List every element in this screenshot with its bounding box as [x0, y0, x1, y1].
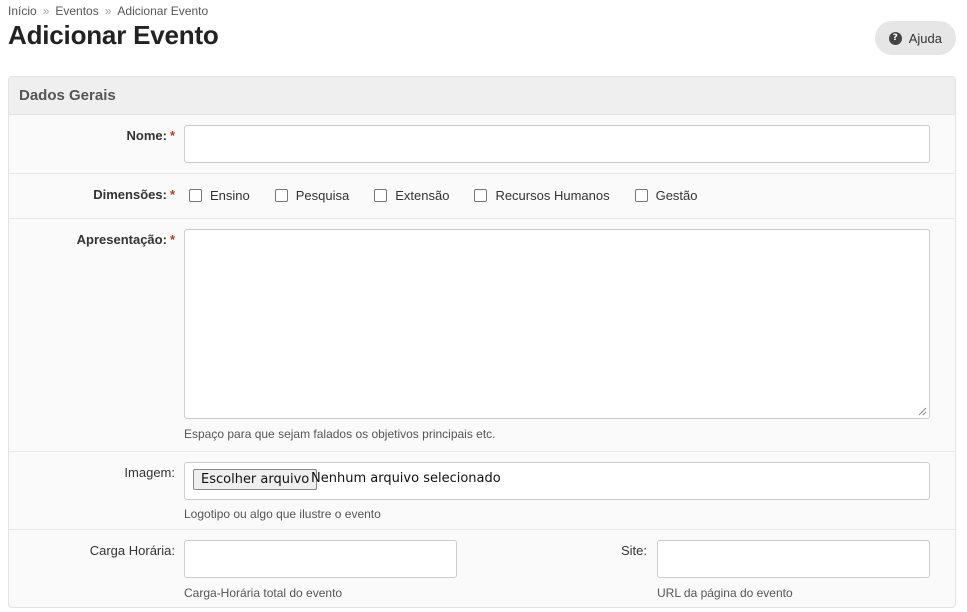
checkbox[interactable] — [189, 189, 202, 202]
required-mark: * — [169, 128, 175, 143]
nome-input[interactable] — [184, 125, 930, 163]
required-mark: * — [169, 232, 175, 247]
dimensao-gestao[interactable]: Gestão — [634, 188, 698, 203]
breadcrumb-separator: » — [42, 4, 50, 18]
breadcrumb: Início » Eventos » Adicionar Evento — [8, 4, 208, 18]
dimensoes-label: Dimensões: * — [93, 187, 175, 202]
site-input[interactable] — [657, 540, 930, 578]
question-circle-icon: ? — [888, 31, 902, 45]
breadcrumb-separator: » — [104, 4, 112, 18]
file-status: Nenhum arquivo selecionado — [311, 471, 501, 486]
resize-handle-icon[interactable] — [918, 407, 927, 416]
carga-site-row: Carga Horária: Carga-Horária total do ev… — [9, 530, 955, 607]
apresentacao-textarea[interactable] — [184, 229, 930, 419]
apresentacao-row: Apresentação: * Espaço para que sejam fal… — [9, 219, 955, 452]
carga-horaria-label: Carga Horária: — [89, 543, 175, 558]
nome-label: Nome: * — [126, 128, 175, 143]
dimensao-extensao[interactable]: Extensão — [374, 188, 449, 203]
required-mark: * — [169, 187, 175, 202]
choose-file-button[interactable]: Escolher arquivo — [193, 469, 318, 490]
breadcrumb-inicio[interactable]: Início — [8, 4, 37, 18]
checkbox[interactable] — [634, 189, 648, 202]
nome-row: Nome: * — [9, 115, 955, 174]
carga-horaria-help: Carga-Horária total do evento — [184, 586, 343, 600]
dados-gerais-panel: Dados Gerais Nome: * Dimensões: * Ensino P… — [8, 76, 956, 608]
breadcrumb-current: Adicionar Evento — [117, 4, 209, 18]
checkbox[interactable] — [474, 189, 488, 202]
checkbox[interactable] — [374, 189, 388, 202]
site-label: Site: — [620, 543, 647, 558]
imagem-label: Imagem: — [124, 465, 175, 480]
imagem-help: Logotipo ou algo que ilustre o evento — [184, 507, 381, 521]
apresentacao-help: Espaço para que sejam falados os objetiv… — [184, 427, 496, 441]
apresentacao-label: Apresentação: * — [76, 232, 175, 247]
checkbox[interactable] — [274, 189, 288, 202]
breadcrumb-eventos[interactable]: Eventos — [55, 4, 98, 18]
carga-horaria-input[interactable] — [184, 540, 457, 578]
help-button-label: Ajuda — [908, 30, 942, 46]
help-button[interactable]: ? Ajuda — [874, 21, 956, 55]
site-help: URL da página do evento — [657, 586, 793, 600]
panel-title: Dados Gerais — [9, 77, 955, 115]
dimensoes-options: Ensino Pesquisa Extensão Recursos Humano… — [189, 188, 723, 203]
dimensao-ensino[interactable]: Ensino — [189, 188, 250, 203]
dimensoes-row: Dimensões: * Ensino Pesquisa Extensão Rec… — [9, 174, 955, 219]
imagem-file-input[interactable]: Escolher arquivo Nenhum arquivo selecion… — [184, 462, 930, 500]
page-title: Adicionar Evento — [8, 20, 219, 50]
imagem-row: Imagem: Escolher arquivo Nenhum arquivo … — [9, 452, 955, 530]
dimensao-pesquisa[interactable]: Pesquisa — [274, 188, 349, 203]
dimensao-recursos-humanos[interactable]: Recursos Humanos — [474, 188, 610, 203]
